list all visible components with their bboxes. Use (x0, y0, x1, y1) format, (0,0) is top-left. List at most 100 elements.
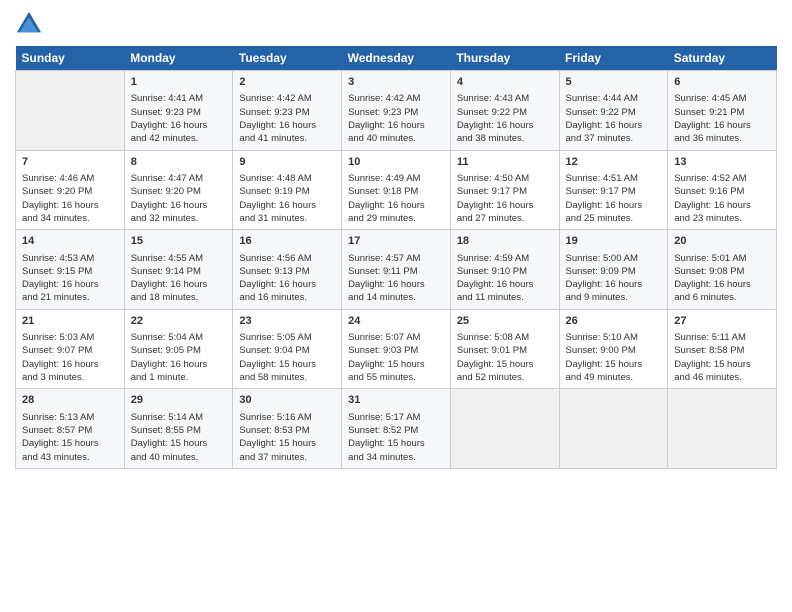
cell-content-line: Daylight: 16 hours (131, 358, 227, 371)
day-number: 22 (131, 314, 227, 329)
cell-content-line: Sunrise: 4:42 AM (239, 92, 335, 105)
cell-content-line: Daylight: 16 hours (566, 119, 662, 132)
cell-content-line: and 42 minutes. (131, 132, 227, 145)
calendar-cell: 20Sunrise: 5:01 AMSunset: 9:08 PMDayligh… (668, 230, 777, 310)
cell-content-line: and 27 minutes. (457, 212, 553, 225)
cell-content-line: Sunset: 9:00 PM (566, 344, 662, 357)
cell-content-line: Daylight: 15 hours (348, 437, 444, 450)
day-number: 17 (348, 234, 444, 249)
cell-content-line: Daylight: 15 hours (566, 358, 662, 371)
cell-content-line: Daylight: 16 hours (457, 278, 553, 291)
calendar-week-3: 14 Sunrise: 4:53 AMSunset: 9:15 PM Dayligh… (16, 230, 777, 310)
cell-content-line: and 34 minutes. (348, 451, 444, 464)
day-number: 2 (239, 75, 335, 90)
cell-content-line: Daylight: 16 hours (348, 199, 444, 212)
day-number: 1 (131, 75, 227, 90)
cell-content-line: Sunset: 9:07 PM (22, 344, 118, 357)
cell-content-line: Sunrise: 5:13 AM (22, 411, 118, 424)
calendar-cell: 5Sunrise: 4:44 AMSunset: 9:22 PMDaylight… (559, 71, 668, 151)
calendar-cell: 15 Sunrise: 4:55 AMSunset: 9:14 PMDayligh… (124, 230, 233, 310)
cell-content-line: Daylight: 16 hours (566, 278, 662, 291)
calendar-week-5: 28Sunrise: 5:13 AMSunset: 8:57 PMDayligh… (16, 389, 777, 469)
cell-content-line: Sunrise: 4:48 AM (239, 172, 335, 185)
cell-content-line: Sunset: 9:10 PM (457, 265, 553, 278)
day-number: 30 (239, 393, 335, 408)
cell-content-line: Daylight: 16 hours (674, 199, 770, 212)
cell-content-line: Sunrise: 5:16 AM (239, 411, 335, 424)
cell-content-line: Sunset: 9:18 PM (348, 185, 444, 198)
cell-content-line: Daylight: 16 hours (131, 199, 227, 212)
cell-content-line: and 40 minutes. (348, 132, 444, 145)
logo-icon (15, 10, 43, 38)
day-number: 3 (348, 75, 444, 90)
cell-content-line: Sunrise: 4:55 AM (131, 252, 227, 265)
cell-content-line: and 21 minutes. (22, 291, 118, 304)
cell-content-line: Sunset: 9:08 PM (674, 265, 770, 278)
calendar-cell: 29Sunrise: 5:14 AMSunset: 8:55 PMDayligh… (124, 389, 233, 469)
calendar-cell: 4Sunrise: 4:43 AMSunset: 9:22 PMDaylight… (450, 71, 559, 151)
cell-content-line: Sunrise: 4:59 AM (457, 252, 553, 265)
day-number: 6 (674, 75, 770, 90)
cell-content-line: and 25 minutes. (566, 212, 662, 225)
calendar-cell: 11Sunrise: 4:50 AMSunset: 9:17 PMDayligh… (450, 150, 559, 230)
day-header-monday: Monday (124, 46, 233, 71)
cell-content-line: and 18 minutes. (131, 291, 227, 304)
calendar-cell: 21Sunrise: 5:03 AMSunset: 9:07 PMDayligh… (16, 309, 125, 389)
cell-content-line: Daylight: 16 hours (566, 199, 662, 212)
cell-content-line: and 3 minutes. (22, 371, 118, 384)
cell-content-line: Sunrise: 4:50 AM (457, 172, 553, 185)
cell-content-line: Sunset: 9:23 PM (131, 106, 227, 119)
cell-content-line: Daylight: 16 hours (348, 278, 444, 291)
cell-content-line: and 16 minutes. (239, 291, 335, 304)
cell-content-line: Sunrise: 4:45 AM (674, 92, 770, 105)
cell-content-line: Sunset: 9:15 PM (22, 265, 118, 278)
cell-content-line: Sunset: 8:55 PM (131, 424, 227, 437)
calendar-cell: 23Sunrise: 5:05 AMSunset: 9:04 PMDayligh… (233, 309, 342, 389)
day-header-wednesday: Wednesday (342, 46, 451, 71)
calendar-cell: 31Sunrise: 5:17 AMSunset: 8:52 PMDayligh… (342, 389, 451, 469)
cell-content-line: Daylight: 15 hours (131, 437, 227, 450)
day-number: 26 (566, 314, 662, 329)
cell-content-line: Daylight: 16 hours (348, 119, 444, 132)
cell-content-line: and 31 minutes. (239, 212, 335, 225)
day-number: 15 (131, 234, 227, 249)
day-number: 14 (22, 234, 118, 249)
cell-content-line: Sunset: 9:22 PM (566, 106, 662, 119)
cell-content-line: Sunrise: 4:47 AM (131, 172, 227, 185)
calendar-cell: 2Sunrise: 4:42 AMSunset: 9:23 PMDaylight… (233, 71, 342, 151)
cell-content-line: and 36 minutes. (674, 132, 770, 145)
cell-content-line: Daylight: 15 hours (457, 358, 553, 371)
cell-content-line: Daylight: 16 hours (674, 119, 770, 132)
cell-content-line: Sunset: 9:23 PM (348, 106, 444, 119)
cell-content-line: Sunset: 9:09 PM (566, 265, 662, 278)
calendar-cell: 1Sunrise: 4:41 AMSunset: 9:23 PMDaylight… (124, 71, 233, 151)
day-header-friday: Friday (559, 46, 668, 71)
cell-content-line: and 49 minutes. (566, 371, 662, 384)
cell-content-line: and 32 minutes. (131, 212, 227, 225)
cell-content-line: Sunrise: 5:03 AM (22, 331, 118, 344)
cell-content-line: and 23 minutes. (674, 212, 770, 225)
cell-content-line: Sunrise: 4:53 AM (22, 252, 118, 265)
cell-content-line: Daylight: 16 hours (131, 278, 227, 291)
day-number: 31 (348, 393, 444, 408)
cell-content-line: Sunrise: 5:11 AM (674, 331, 770, 344)
calendar-cell (450, 389, 559, 469)
cell-content-line: and 55 minutes. (348, 371, 444, 384)
cell-content-line: Daylight: 16 hours (131, 119, 227, 132)
cell-content-line: Sunset: 9:01 PM (457, 344, 553, 357)
cell-content-line: and 41 minutes. (239, 132, 335, 145)
cell-content-line: and 14 minutes. (348, 291, 444, 304)
cell-content-line: and 40 minutes. (131, 451, 227, 464)
day-number: 29 (131, 393, 227, 408)
calendar-cell: 22Sunrise: 5:04 AMSunset: 9:05 PMDayligh… (124, 309, 233, 389)
cell-content-line: Sunset: 9:14 PM (131, 265, 227, 278)
cell-content-line: Daylight: 15 hours (348, 358, 444, 371)
cell-content-line: Sunrise: 4:46 AM (22, 172, 118, 185)
calendar-cell: 13Sunrise: 4:52 AMSunset: 9:16 PMDayligh… (668, 150, 777, 230)
calendar-cell (16, 71, 125, 151)
calendar-week-1: 1Sunrise: 4:41 AMSunset: 9:23 PMDaylight… (16, 71, 777, 151)
header-row: SundayMondayTuesdayWednesdayThursdayFrid… (16, 46, 777, 71)
cell-content-line: Sunrise: 5:05 AM (239, 331, 335, 344)
cell-content-line: Sunrise: 5:17 AM (348, 411, 444, 424)
cell-content-line: Sunrise: 4:49 AM (348, 172, 444, 185)
